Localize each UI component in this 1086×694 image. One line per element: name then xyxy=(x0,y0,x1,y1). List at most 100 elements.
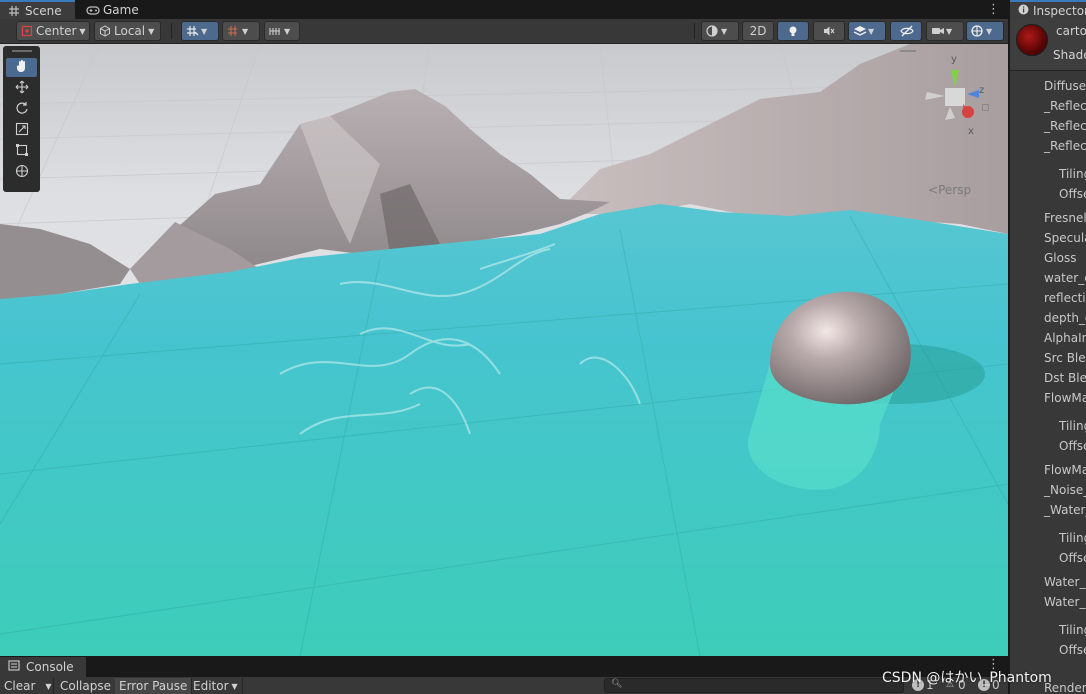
scale-tool-button[interactable] xyxy=(6,121,37,140)
gizmo-lock-icon[interactable] xyxy=(982,104,989,111)
tab-console[interactable]: Console xyxy=(0,657,86,677)
chevron-down-icon: ▼ xyxy=(946,26,953,36)
palette-grip[interactable] xyxy=(11,50,32,52)
console-search-input[interactable]: 🔍︎ xyxy=(604,678,904,693)
scene-tab-bar: Scene Game ⋮ xyxy=(0,0,1010,19)
move-tool-button[interactable] xyxy=(6,79,37,98)
chevron-down-icon: ▼ xyxy=(242,26,249,36)
material-property-label: Tiling xyxy=(1059,419,1086,433)
camera-settings-dropdown[interactable]: ▼ xyxy=(926,21,964,41)
increment-snap-icon xyxy=(227,25,239,37)
cube-icon xyxy=(99,25,111,37)
gizmo-y-axis xyxy=(951,70,959,87)
collapse-button[interactable]: Collapse xyxy=(56,678,116,694)
rotate-tool-button[interactable] xyxy=(6,100,37,119)
material-property-label: _Water_ xyxy=(1044,503,1086,517)
editor-label: Editor xyxy=(193,679,229,693)
error-pause-label: Error Pause xyxy=(119,679,188,693)
material-property-label: Offse xyxy=(1059,551,1086,565)
material-property-label: FlowMa xyxy=(1044,463,1086,477)
tab-game[interactable]: Game xyxy=(78,0,147,19)
chevron-down-icon: ▼ xyxy=(284,26,291,36)
watermark-text: CSDN @はかい_Phantom xyxy=(882,670,1052,686)
collapse-label: Collapse xyxy=(60,679,111,693)
material-property-label: Offse xyxy=(1059,643,1086,657)
speaker-mute-icon xyxy=(823,25,835,37)
rect-transform-icon xyxy=(15,143,29,161)
chevron-down-icon: ▼ xyxy=(45,681,52,691)
scene-viewport[interactable]: y z x <Persp xyxy=(0,44,1008,656)
shading-mode-dropdown[interactable]: ▼ xyxy=(701,21,739,41)
chevron-down-icon: ▼ xyxy=(868,26,875,36)
grid-visibility-dropdown[interactable]: ▼ xyxy=(264,21,300,41)
gizmo-z-axis xyxy=(967,90,979,98)
chevron-down-icon: ▼ xyxy=(201,26,208,36)
editor-dropdown[interactable]: Editor ▼ xyxy=(189,678,243,694)
material-property-label: Water_s xyxy=(1044,595,1086,609)
material-property-label: _Reflec xyxy=(1044,99,1086,113)
scale-icon xyxy=(15,122,29,140)
lightbulb-icon xyxy=(787,25,799,37)
scene-render xyxy=(0,44,1008,656)
toolbar-separator xyxy=(171,23,172,39)
toggle-2d-button[interactable]: 2D xyxy=(742,21,774,41)
material-property-label: Fresnel xyxy=(1044,211,1086,225)
material-property-label: _Reflec xyxy=(1044,119,1086,133)
scene-more-icon[interactable]: ⋮ xyxy=(987,2,1000,17)
transform-tool-button[interactable] xyxy=(6,163,37,182)
material-property-label: _Noise_ xyxy=(1044,483,1086,497)
shader-label[interactable]: Shade xyxy=(1053,48,1086,62)
tab-game-label: Game xyxy=(103,2,139,17)
chevron-down-icon: ▼ xyxy=(148,26,155,36)
tab-scene[interactable]: Scene xyxy=(0,0,75,19)
gizmos-dropdown[interactable]: ▼ xyxy=(966,21,1004,41)
material-property-label: FlowMa xyxy=(1044,391,1086,405)
clear-label: Clear xyxy=(4,679,36,693)
error-pause-button[interactable]: Error Pause xyxy=(115,678,193,694)
grid-icon xyxy=(8,5,20,17)
rotate-icon xyxy=(15,101,29,119)
space-mode-label: Local xyxy=(114,24,146,38)
tab-inspector[interactable]: Inspector xyxy=(1010,0,1086,19)
scene-toolbar: Center ▼ Local ▼ ▼ ▼ ▼ ▼ 2D ▼ ▼ ▼ xyxy=(0,19,1010,44)
persp-text: Persp xyxy=(938,183,972,197)
clear-button[interactable]: Clear ▼ xyxy=(0,678,54,694)
console-tab-label: Console xyxy=(26,660,74,674)
info-circle-icon xyxy=(1018,4,1029,18)
view-orientation-gizmo[interactable]: y z x xyxy=(915,52,995,142)
console-icon xyxy=(8,660,20,674)
inspector-panel: Inspector carto Shade Diffuse _Reflec _Ref… xyxy=(1010,0,1086,694)
material-property-label: Src Bler xyxy=(1044,351,1086,365)
material-property-label: _Reflec xyxy=(1044,139,1086,153)
console-toolbar: Clear ▼ Collapse Error Pause Editor ▼ 🔍︎… xyxy=(0,677,1010,694)
pivot-mode-dropdown[interactable]: Center ▼ xyxy=(16,21,90,41)
chevron-down-icon: ▼ xyxy=(79,26,86,36)
lighting-toggle[interactable] xyxy=(777,21,809,41)
material-name: carto xyxy=(1056,24,1086,38)
material-property-label: Offse xyxy=(1059,187,1086,201)
effects-dropdown[interactable]: ▼ xyxy=(848,21,886,41)
tab-scene-label: Scene xyxy=(25,3,62,18)
grid-snap-toggle[interactable]: ▼ xyxy=(181,21,219,41)
grid-lines-icon xyxy=(269,25,281,37)
material-property-label: Water_s xyxy=(1044,575,1086,589)
rect-tool-button[interactable] xyxy=(6,142,37,161)
pivot-center-icon xyxy=(21,25,33,37)
snap-grid-icon xyxy=(186,25,199,37)
increment-snap-dropdown[interactable]: ▼ xyxy=(222,21,260,41)
hand-tool-button[interactable] xyxy=(6,58,37,77)
chevron-down-icon: ▼ xyxy=(986,26,993,36)
toggle-2d-label: 2D xyxy=(749,24,767,38)
move-arrows-icon xyxy=(15,80,29,98)
space-mode-dropdown[interactable]: Local ▼ xyxy=(94,21,161,41)
scene-visibility-toggle[interactable] xyxy=(890,21,922,41)
audio-toggle[interactable] xyxy=(813,21,845,41)
material-property-label: Diffuse xyxy=(1044,79,1086,93)
material-property-label: Tiling xyxy=(1059,623,1086,637)
material-property-label: AlphaIn xyxy=(1044,331,1086,345)
transform-icon xyxy=(15,164,29,182)
overlay-menu-handle[interactable] xyxy=(900,50,916,52)
shading-sphere-icon xyxy=(706,25,718,37)
projection-label[interactable]: <Persp xyxy=(928,183,971,197)
gizmo-globe-icon xyxy=(971,25,983,37)
